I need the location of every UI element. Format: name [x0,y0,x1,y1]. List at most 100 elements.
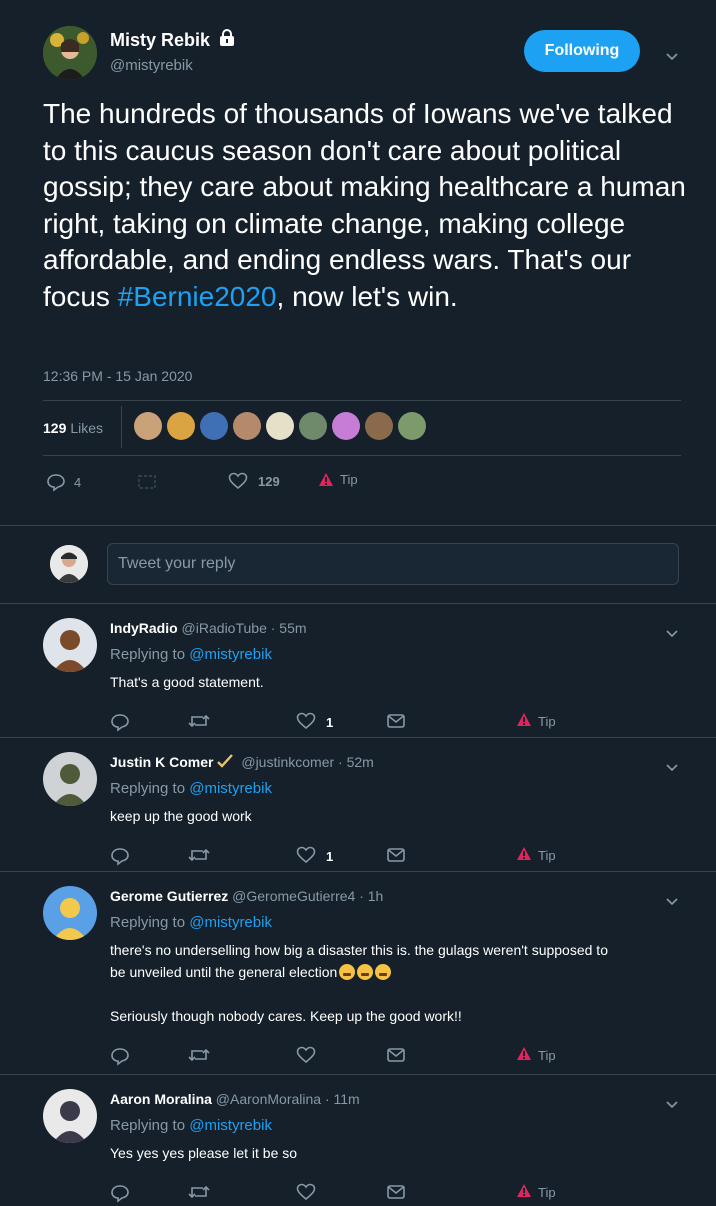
message-button[interactable] [386,1046,406,1067]
tip-button[interactable]: Tip [318,472,358,487]
reply-author-handle[interactable]: @iRadioTube [178,620,271,636]
retweet-icon [188,712,210,733]
tip-icon [516,846,532,864]
retweet-button[interactable] [188,1183,210,1204]
reply-header: Aaron Moralina @AaronMoralina · 11m [110,1091,360,1109]
chevron-down-icon[interactable] [666,48,678,61]
like-count: 1 [326,849,334,864]
reply-time[interactable]: · 55m [271,620,307,636]
checkmark-icon [217,754,234,771]
like-button[interactable]: 1 [296,846,333,867]
reply-header: Gerome Gutierrez @GeromeGutierre4 · 1h [110,888,383,906]
reply-icon [110,1046,130,1069]
like-button[interactable] [296,1046,316,1067]
heart-icon [296,1046,316,1067]
reply-author-name[interactable]: IndyRadio [110,620,178,636]
tip-icon [516,712,532,730]
reply-author-name[interactable]: Justin K Comer [110,754,213,770]
reply-time[interactable]: · 1h [359,888,383,904]
reply-button[interactable]: 4 [46,472,81,492]
reply-button[interactable] [110,712,130,735]
chevron-down-icon[interactable] [666,625,678,638]
chevron-down-icon[interactable] [666,1096,678,1109]
reply-input[interactable]: Tweet your reply [107,543,679,585]
likes-summary[interactable]: 129 Likes [43,408,103,448]
message-button[interactable] [386,846,406,867]
liker-avatars[interactable] [134,412,431,440]
reply-actions: Tip [110,1183,580,1203]
like-count: 129 [258,473,280,489]
tip-icon [318,472,334,487]
message-button[interactable] [386,1183,406,1204]
retweet-button[interactable] [188,1046,210,1067]
reply-time[interactable]: · 11m [325,1091,360,1107]
author-avatar[interactable] [43,26,97,80]
liker-avatar[interactable] [365,412,393,440]
like-button[interactable] [296,1183,316,1204]
lock-icon [218,29,236,52]
chevron-down-icon[interactable] [666,893,678,906]
avatar[interactable] [43,886,97,940]
reply-author-name[interactable]: Aaron Moralina [110,1091,212,1107]
like-button[interactable]: 129 [228,472,280,490]
tip-button[interactable]: Tip [516,1183,556,1201]
replying-to-label: Replying to [110,1117,190,1134]
reply-icon [110,712,130,735]
envelope-icon [386,846,406,867]
hashtag-link[interactable]: #Bernie2020 [118,281,277,312]
chevron-down-icon[interactable] [666,759,678,772]
liker-avatar[interactable] [299,412,327,440]
heart-icon [296,1183,316,1204]
avatar[interactable] [43,618,97,672]
following-button[interactable]: Following [524,30,640,72]
reply-text-line: That's a good statement. [110,674,264,690]
reply-button[interactable] [110,1183,130,1206]
heart-icon [228,472,248,490]
reply-actions: Tip [110,1046,580,1066]
liker-avatar[interactable] [266,412,294,440]
replying-to-link[interactable]: @mistyrebik [189,780,272,797]
replying-to-link[interactable]: @mistyrebik [189,1117,272,1134]
envelope-icon [386,1183,406,1204]
retweet-icon [188,846,210,867]
liker-avatar[interactable] [332,412,360,440]
envelope-icon [386,712,406,733]
reply-icon [46,472,66,492]
reply-author-handle[interactable]: @GeromeGutierre4 [228,888,359,904]
divider [0,603,716,604]
reply-author-handle[interactable]: @justinkcomer [237,754,338,770]
reply-time[interactable]: · 52m [338,754,374,770]
divider [0,737,716,738]
avatar[interactable] [43,752,97,806]
retweet-button[interactable] [138,474,156,490]
avatar[interactable] [43,1089,97,1143]
reply-button[interactable] [110,1046,130,1069]
reply-author-name[interactable]: Gerome Gutierrez [110,888,228,904]
liker-avatar[interactable] [134,412,162,440]
liker-avatar[interactable] [167,412,195,440]
replying-to-link[interactable]: @mistyrebik [189,914,272,931]
liker-avatar[interactable] [200,412,228,440]
reply-button[interactable] [110,846,130,869]
liker-avatar[interactable] [398,412,426,440]
tip-button[interactable]: Tip [516,1046,556,1064]
likes-separator [121,406,122,448]
retweet-button[interactable] [188,846,210,867]
tip-button[interactable]: Tip [516,846,556,864]
message-button[interactable] [386,712,406,733]
tweet-text-body: The hundreds of thousands of Iowans we'v… [43,98,686,312]
author-name[interactable]: Misty Rebik [110,30,210,50]
reply-text-line [110,983,700,1005]
divider [0,1074,716,1075]
reply-text: Yes yes yes please let it be so [110,1142,700,1164]
reply-author-handle[interactable]: @AaronMoralina [212,1091,325,1107]
author-handle[interactable]: @mistyrebik [110,57,193,74]
tweet-timestamp[interactable]: 12:36 PM - 15 Jan 2020 [43,368,192,384]
liker-avatar[interactable] [233,412,261,440]
my-avatar[interactable] [50,545,88,583]
divider [43,455,681,456]
tip-button[interactable]: Tip [516,712,556,730]
retweet-button[interactable] [188,712,210,733]
like-button[interactable]: 1 [296,712,333,733]
replying-to-link[interactable]: @mistyrebik [189,646,272,663]
